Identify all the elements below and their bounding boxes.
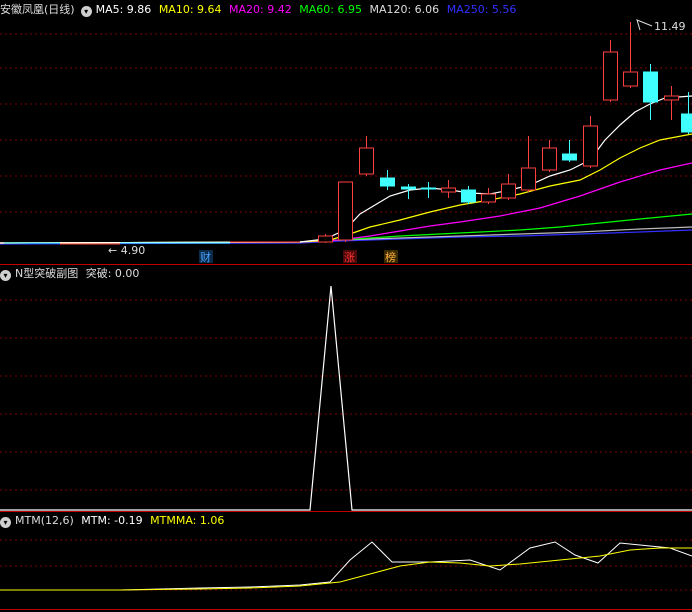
candle-body[interactable] [501,183,516,199]
candle-body[interactable] [643,71,658,103]
candle-body[interactable] [338,181,353,241]
candle-body[interactable] [318,235,333,243]
mtmma-line [0,547,692,591]
candle-body[interactable] [359,147,374,175]
candle-body[interactable] [481,193,496,203]
candle-body[interactable] [562,153,577,161]
candle-body[interactable] [441,187,456,193]
high-marker-line [636,19,653,31]
high-price-label: 11.49 [654,20,686,33]
low-price-label: ← 4.90 [108,244,145,257]
chart-canvas[interactable]: 11.49 ← 4.90 财 涨 榜 [0,0,692,612]
candle-body[interactable] [664,95,679,101]
stock-chart-window: { "main_panel": { "title": "安徽凤凰(日线)", "… [0,0,692,612]
candle-body[interactable] [401,186,416,190]
candle-body[interactable] [583,125,598,167]
candle-body[interactable] [421,187,436,190]
candle-body[interactable] [542,147,557,171]
candle-body[interactable] [623,71,638,87]
limit-up-marker[interactable]: 涨 [344,251,355,264]
candle-body[interactable] [521,167,536,191]
panel-borders [0,264,692,610]
sub1-grid [0,299,692,491]
finance-marker[interactable]: 财 [200,250,211,264]
breakout-line [0,285,692,511]
ranking-marker[interactable]: 榜 [385,250,396,264]
candle-body[interactable] [461,189,476,203]
candle-body[interactable] [603,51,618,101]
candle-body[interactable] [380,177,395,187]
candle-body[interactable] [681,113,692,133]
candlesticks [318,22,692,243]
